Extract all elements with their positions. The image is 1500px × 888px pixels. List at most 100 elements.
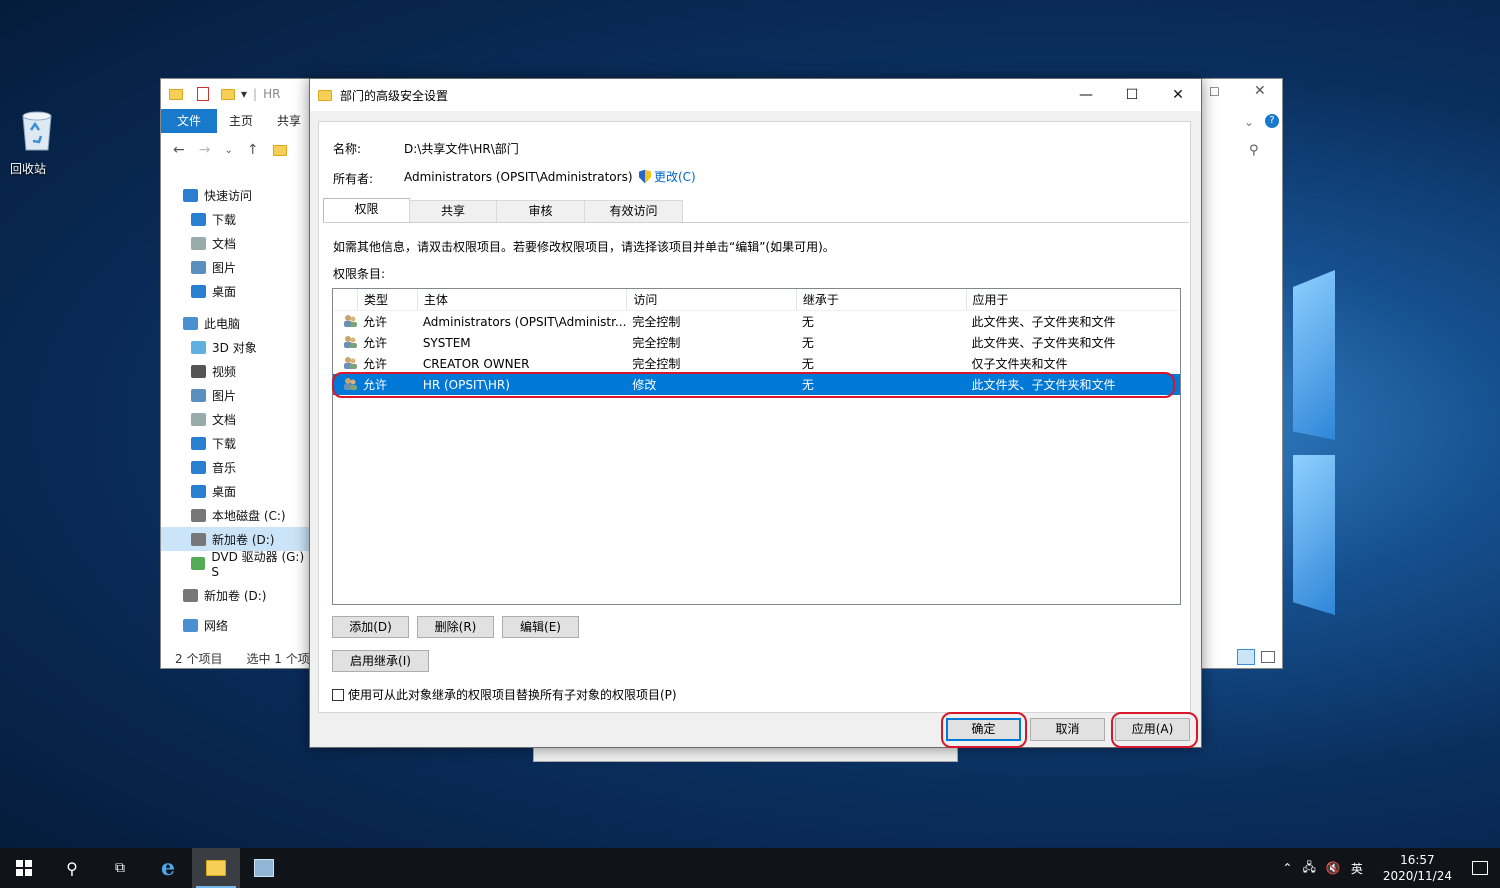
- folder-icon: [169, 88, 183, 100]
- nav-item[interactable]: 新加卷 (D:): [161, 583, 311, 607]
- document-icon: [191, 412, 206, 426]
- explorer-close-button[interactable]: ✕: [1254, 83, 1266, 99]
- quick-access-check-icon[interactable]: [197, 87, 209, 101]
- nav-item[interactable]: 此电脑: [161, 311, 311, 335]
- nav-item[interactable]: 下载: [161, 207, 311, 231]
- nav-item[interactable]: 文档: [161, 407, 311, 431]
- replace-child-permissions-checkbox[interactable]: [332, 688, 344, 701]
- task-view-button[interactable]: ⧉: [96, 848, 144, 888]
- internet-explorer-icon: e: [161, 855, 175, 881]
- tab-effective-access[interactable]: 有效访问: [584, 200, 683, 222]
- search-icon[interactable]: ⚲: [1249, 143, 1259, 158]
- cell-type: 允许: [362, 336, 387, 350]
- nav-item[interactable]: 视频: [161, 359, 311, 383]
- search-button[interactable]: ⚲: [48, 848, 96, 888]
- recent-chevron-icon[interactable]: ⌄: [224, 145, 232, 156]
- new-folder-icon[interactable]: [221, 88, 235, 100]
- nav-item[interactable]: 3D 对象: [161, 335, 311, 359]
- nav-item[interactable]: 文档: [161, 231, 311, 255]
- change-owner-link[interactable]: 更改(C): [639, 168, 696, 185]
- drive-icon: [191, 508, 206, 522]
- tab-auditing[interactable]: 审核: [496, 200, 585, 222]
- permission-row[interactable]: 允许 CREATOR OWNER 完全控制 无 仅子文件夹和文件: [333, 353, 1180, 374]
- remove-button[interactable]: 删除(R): [417, 616, 494, 638]
- column-type[interactable]: 类型: [356, 289, 417, 310]
- clock[interactable]: 16:57 2020/11/24: [1383, 852, 1452, 884]
- owner-value: Administrators (OPSIT\Administrators): [404, 170, 633, 184]
- nav-item[interactable]: 图片: [161, 255, 311, 279]
- column-access[interactable]: 访问: [626, 289, 796, 310]
- advanced-security-dialog: 部门的高级安全设置 — ☐ ✕ 名称: D:\共享文件\HR\部门 所有者: A…: [309, 78, 1202, 748]
- nav-item-label: 本地磁盘 (C:): [212, 508, 286, 523]
- highlight-ring-selected-row: [332, 372, 1175, 398]
- back-arrow-icon[interactable]: ←: [173, 142, 185, 158]
- drive-icon: [183, 588, 198, 602]
- nav-item[interactable]: 本地磁盘 (C:): [161, 503, 311, 527]
- nav-item-label: 下载: [212, 212, 237, 227]
- permission-row[interactable]: 允许 Administrators (OPSIT\Administr... 完全控制…: [333, 311, 1180, 332]
- close-button[interactable]: ✕: [1155, 79, 1201, 111]
- cancel-button[interactable]: 取消: [1030, 718, 1105, 741]
- network-icon: [183, 618, 198, 632]
- taskbar-ie[interactable]: e: [144, 848, 192, 888]
- nav-item[interactable]: 快速访问: [161, 183, 311, 207]
- music-icon: [191, 460, 206, 474]
- column-inherited-from[interactable]: 继承于: [795, 289, 966, 310]
- permission-row[interactable]: 允许 SYSTEM 完全控制 无 此文件夹、子文件夹和文件: [333, 332, 1180, 353]
- column-applies-to[interactable]: 应用于: [965, 289, 1180, 310]
- explorer-minimize-button[interactable]: ☐: [1209, 85, 1220, 99]
- cube-icon: [191, 340, 206, 354]
- video-icon: [191, 364, 206, 378]
- add-button[interactable]: 添加(D): [332, 616, 409, 638]
- nav-item[interactable]: 网络: [161, 613, 311, 637]
- dialog-tabs: 权限 共享 审核 有效访问: [323, 198, 683, 222]
- volume-muted-icon[interactable]: 🔇: [1326, 861, 1341, 875]
- task-view-icon: ⧉: [115, 860, 125, 876]
- drive-icon: [191, 532, 206, 546]
- tab-share[interactable]: 共享: [409, 200, 497, 222]
- help-icon[interactable]: ?: [1265, 114, 1279, 128]
- taskbar-file-explorer[interactable]: [192, 848, 240, 888]
- show-hidden-icons-icon[interactable]: ⌃: [1282, 861, 1292, 875]
- network-icon[interactable]: 🖧: [1302, 858, 1315, 879]
- nav-item[interactable]: DVD 驱动器 (G:) S: [161, 550, 311, 579]
- nav-item-label: DVD 驱动器 (G:) S: [211, 549, 305, 579]
- ime-indicator[interactable]: 英: [1351, 860, 1363, 877]
- nav-item-label: 此电脑: [204, 316, 241, 331]
- nav-item[interactable]: 图片: [161, 383, 311, 407]
- permission-entries-list[interactable]: 类型 主体 访问 继承于 应用于 允许 Administrators (OPSIT…: [332, 288, 1181, 605]
- maximize-button[interactable]: ☐: [1109, 79, 1155, 111]
- forward-arrow-icon[interactable]: →: [199, 142, 211, 158]
- taskbar-server-manager[interactable]: [240, 848, 288, 888]
- nav-item[interactable]: 桌面: [161, 279, 311, 303]
- large-icons-view-icon[interactable]: [1261, 651, 1275, 663]
- enable-inheritance-button[interactable]: 启用继承(I): [332, 650, 429, 672]
- up-arrow-icon[interactable]: ↑: [247, 142, 259, 158]
- replace-child-permissions-option[interactable]: 使用可从此对象继承的权限项目替换所有子对象的权限项目(P): [332, 686, 677, 703]
- start-button[interactable]: [0, 848, 48, 888]
- recycle-bin-icon: [17, 108, 57, 152]
- cell-inherited: 无: [801, 336, 814, 350]
- windows-icon: [16, 860, 32, 876]
- ribbon-expand-icon[interactable]: ⌄: [1244, 115, 1254, 129]
- nav-item[interactable]: 桌面: [161, 479, 311, 503]
- tab-file[interactable]: 文件: [161, 109, 218, 133]
- chevron-down-icon[interactable]: ▾: [241, 87, 247, 101]
- desktop-icon: [191, 284, 206, 298]
- tab-share[interactable]: 共享: [265, 109, 313, 133]
- column-principal[interactable]: 主体: [416, 289, 627, 310]
- name-value: D:\共享文件\HR\部门: [404, 142, 519, 156]
- tab-home[interactable]: 主页: [217, 109, 265, 133]
- nav-item[interactable]: 下载: [161, 431, 311, 455]
- notification-center-icon[interactable]: [1472, 861, 1488, 875]
- recycle-bin-label: 回收站: [10, 162, 47, 176]
- details-view-icon[interactable]: [1237, 649, 1255, 665]
- nav-item[interactable]: 音乐: [161, 455, 311, 479]
- users-icon: [343, 335, 357, 348]
- taskbar: ⚲ ⧉ e ⌃ 🖧 🔇 英 16:57 2020/11/24: [0, 848, 1500, 888]
- minimize-button[interactable]: —: [1063, 79, 1109, 111]
- recycle-bin[interactable]: 回收站: [10, 108, 64, 176]
- edit-button[interactable]: 编辑(E): [502, 616, 579, 638]
- tab-permissions[interactable]: 权限: [323, 198, 410, 222]
- document-icon: [191, 236, 206, 250]
